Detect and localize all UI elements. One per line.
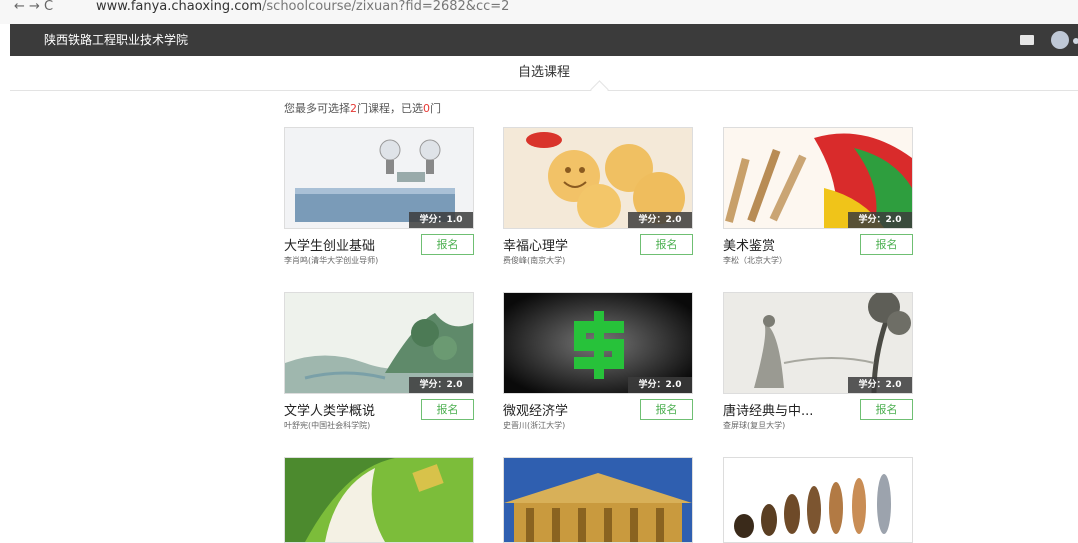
course-teacher: 费俊峰(南京大学) [503, 256, 566, 265]
browser-address-bar[interactable]: ← → C www.fanya.chaoxing.com/schoolcours… [0, 0, 1078, 24]
course-card[interactable] [284, 457, 474, 543]
course-title[interactable]: 微观经济学 [503, 400, 568, 419]
mail-icon[interactable] [1020, 35, 1034, 45]
course-cover-ink-painting[interactable]: 学分：2.0 [723, 292, 913, 394]
course-card[interactable]: 学分：2.0 微观经济学 报名 史晋川(浙江大学) [503, 292, 693, 430]
address-url[interactable]: www.fanya.chaoxing.com/schoolcourse/zixu… [96, 0, 509, 14]
credit-badge: 学分：2.0 [848, 212, 912, 228]
course-title[interactable]: 大学生创业基础 [284, 235, 375, 254]
course-title[interactable]: 幸福心理学 [503, 235, 568, 254]
credit-badge: 学分：2.0 [409, 377, 473, 393]
notice-prefix: 您最多可选择 [284, 102, 350, 115]
course-cover-calla-lily[interactable] [284, 457, 474, 543]
tab-elective-courses[interactable]: 自选课程 [10, 56, 1078, 90]
course-card[interactable]: 学分：2.0 文学人类学概说 报名 叶舒宪(中国社会科学院) [284, 292, 474, 430]
notice-selected: 0 [423, 102, 430, 115]
course-cover-business[interactable]: 学分：1.0 [284, 127, 474, 229]
course-card[interactable]: 学分：2.0 幸福心理学 报名 费俊峰(南京大学) [503, 127, 693, 265]
course-cover-paintbrushes[interactable]: 学分：2.0 [723, 127, 913, 229]
enroll-button[interactable]: 报名 [640, 234, 693, 255]
enroll-button[interactable]: 报名 [640, 399, 693, 420]
credit-badge: 学分：2.0 [628, 212, 692, 228]
notice-middle: 门课程，已选 [357, 102, 423, 115]
course-card[interactable]: 学分：2.0 唐诗经典与中... 报名 查屏球(复旦大学) [723, 292, 913, 430]
selection-notice: 您最多可选择2门课程，已选0门 [284, 100, 441, 116]
notice-suffix: 门 [430, 102, 441, 115]
course-card[interactable]: 学分：2.0 美术鉴赏 报名 李松（北京大学） [723, 127, 913, 265]
course-title[interactable]: 唐诗经典与中... [723, 400, 813, 419]
course-cover-dollar-sign[interactable]: 学分：2.0 [503, 292, 693, 394]
course-card[interactable]: 学分：1.0 大学生创业基础 报名 李肖鸣(清华大学创业导师) [284, 127, 474, 265]
tab-bar: 自选课程 [10, 56, 1078, 99]
course-teacher: 查屏球(复旦大学) [723, 421, 786, 430]
enroll-button[interactable]: 报名 [860, 234, 913, 255]
url-host: www.fanya.chaoxing.com [96, 0, 263, 14]
enroll-button[interactable]: 报名 [421, 399, 474, 420]
enroll-button[interactable]: 报名 [421, 234, 474, 255]
course-cover-parliament-building[interactable] [503, 457, 693, 543]
course-title[interactable]: 美术鉴赏 [723, 235, 775, 254]
course-teacher: 李松（北京大学） [723, 256, 787, 265]
course-title[interactable]: 文学人类学概说 [284, 400, 375, 419]
course-cover-smiley-potatoes[interactable]: 学分：2.0 [503, 127, 693, 229]
user-menu-icon[interactable] [1073, 38, 1078, 44]
course-cover-human-evolution[interactable] [723, 457, 913, 543]
notice-max: 2 [350, 102, 357, 115]
course-card[interactable] [723, 457, 913, 543]
url-path: /schoolcourse/zixuan?fid=2682&cc=2 [262, 0, 510, 14]
course-cover-landscape-painting[interactable]: 学分：2.0 [284, 292, 474, 394]
course-card[interactable] [503, 457, 693, 543]
course-teacher: 史晋川(浙江大学) [503, 421, 566, 430]
credit-badge: 学分：2.0 [628, 377, 692, 393]
credit-badge: 学分：1.0 [409, 212, 473, 228]
school-name[interactable]: 陕西铁路工程职业技术学院 [44, 24, 188, 56]
enroll-button[interactable]: 报名 [860, 399, 913, 420]
course-teacher: 李肖鸣(清华大学创业导师) [284, 256, 379, 265]
browser-nav-buttons[interactable]: ← → C [14, 0, 53, 14]
course-teacher: 叶舒宪(中国社会科学院) [284, 421, 371, 430]
avatar[interactable] [1051, 31, 1069, 49]
site-header: 陕西铁路工程职业技术学院 [10, 24, 1078, 56]
credit-badge: 学分：2.0 [848, 377, 912, 393]
